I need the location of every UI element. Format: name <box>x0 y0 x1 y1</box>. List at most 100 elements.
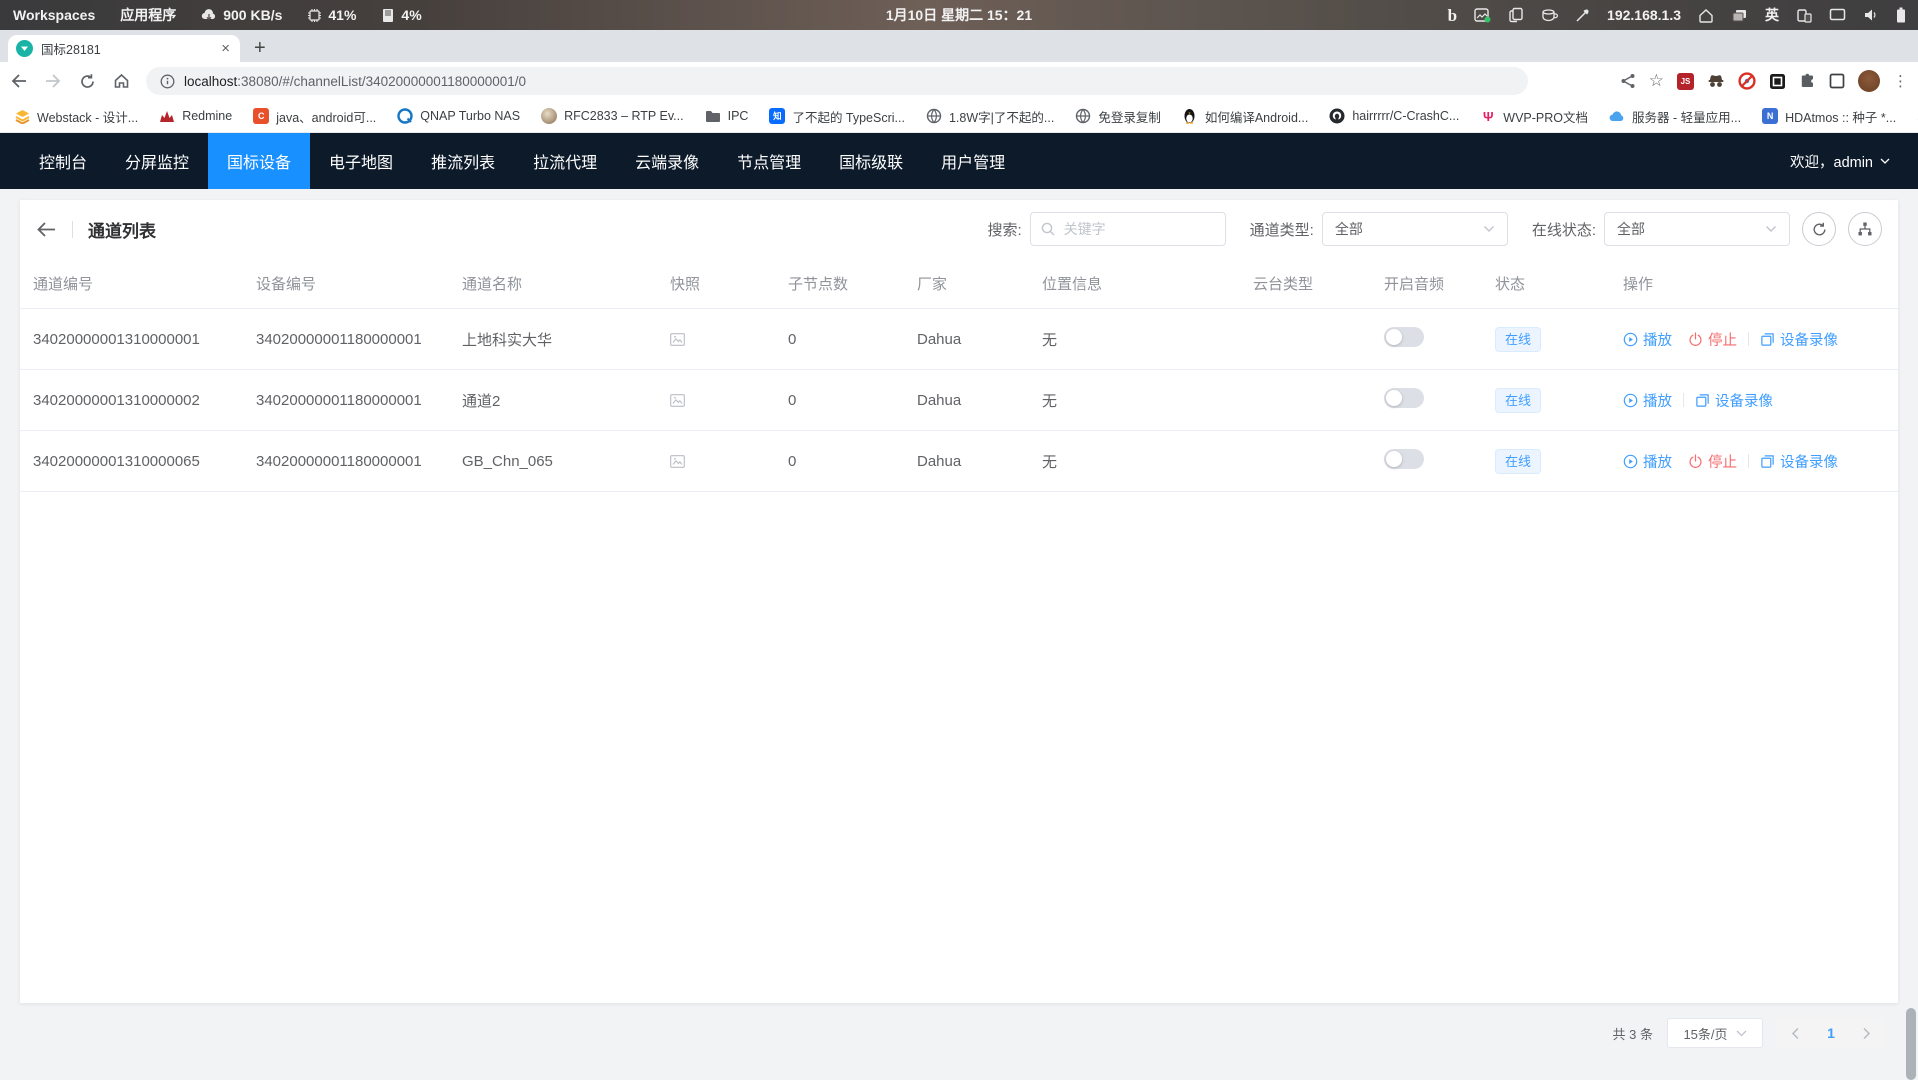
play-button[interactable]: 播放 <box>1623 451 1672 472</box>
play-button[interactable]: 播放 <box>1623 390 1672 411</box>
bookmark-article1[interactable]: 1.8W字|了不起的... <box>926 107 1054 126</box>
nav-item-cloud-record[interactable]: 云端录像 <box>616 133 718 189</box>
search-input[interactable] <box>1062 220 1215 238</box>
jsonview-extension-icon[interactable]: JS <box>1677 73 1694 90</box>
ip-address-indicator[interactable]: 192.168.1.3 <box>1607 7 1681 23</box>
col-device-id: 设备编号 <box>243 273 449 294</box>
workspaces-button[interactable]: Workspaces <box>13 7 95 23</box>
nav-item-console[interactable]: 控制台 <box>20 133 106 189</box>
input-language-indicator[interactable]: 英 <box>1765 5 1779 25</box>
nav-item-split-monitor[interactable]: 分屏监控 <box>106 133 208 189</box>
nav-item-node-manage[interactable]: 节点管理 <box>718 133 820 189</box>
bookmark-webstack[interactable]: Webstack - 设计... <box>14 107 138 126</box>
share-icon[interactable] <box>1620 73 1636 89</box>
device-record-button[interactable]: 设备录像 <box>1760 329 1838 350</box>
address-bar[interactable]: localhost:38080/#/channelList/3402000000… <box>146 67 1528 95</box>
nav-item-pull-proxy[interactable]: 拉流代理 <box>514 133 616 189</box>
snapshot-icon[interactable] <box>670 333 775 346</box>
site-info-icon[interactable] <box>160 74 175 89</box>
nav-item-gb-cascade[interactable]: 国标级联 <box>820 133 922 189</box>
device-record-button[interactable]: 设备录像 <box>1760 451 1838 472</box>
audio-toggle[interactable] <box>1384 388 1424 408</box>
nav-item-gb-devices[interactable]: 国标设备 <box>208 133 310 189</box>
bookmark-star-icon[interactable]: ☆ <box>1649 71 1664 91</box>
color-picker-tray-icon[interactable] <box>1575 8 1590 23</box>
applications-button[interactable]: 应用程序 <box>120 5 176 25</box>
clipboard-tray-icon[interactable] <box>1508 7 1524 23</box>
bookmarks-bar: Webstack - 设计... Redmine Cjava、android可.… <box>0 100 1918 133</box>
bookmark-android-build[interactable]: 如何编译Android... <box>1182 107 1309 126</box>
cell-device-id: 34020000001180000001 <box>243 392 449 409</box>
power-icon <box>1688 454 1703 469</box>
redmine-icon <box>159 108 175 124</box>
new-tab-button[interactable]: + <box>254 38 266 58</box>
nav-item-emap[interactable]: 电子地图 <box>310 133 412 189</box>
browser-menu-icon[interactable]: ⋮ <box>1893 72 1908 90</box>
back-button[interactable] <box>4 66 34 96</box>
bookmark-copy-free[interactable]: 免登录复制 <box>1075 107 1161 126</box>
rfc-icon <box>541 108 557 124</box>
bookmark-ipc-folder[interactable]: IPC <box>705 108 749 124</box>
audio-toggle[interactable] <box>1384 449 1424 469</box>
memory-indicator[interactable]: 4% <box>381 7 421 23</box>
network-indicator[interactable]: 900 KB/s <box>201 7 282 23</box>
clock[interactable]: 1月10日 星期二 15：21 <box>886 5 1032 25</box>
bookmark-server[interactable]: 服务器 - 轻量应用... <box>1609 107 1741 126</box>
audio-toggle[interactable] <box>1384 327 1424 347</box>
window-extension-icon[interactable] <box>1829 73 1845 89</box>
browser-tab[interactable]: 国标28181 × <box>8 35 240 62</box>
dark-reader-extension-icon[interactable] <box>1769 73 1786 90</box>
forward-button[interactable] <box>38 66 68 96</box>
bookmark-wvp-doc[interactable]: ΨWVP-PRO文档 <box>1480 107 1588 126</box>
channel-type-select[interactable]: 全部 <box>1322 212 1508 246</box>
scrollbar-thumb[interactable] <box>1906 1008 1916 1080</box>
battery-tray-icon[interactable] <box>1896 7 1906 23</box>
refresh-button[interactable] <box>1802 212 1836 246</box>
play-button[interactable]: 播放 <box>1623 329 1672 350</box>
home-tray-icon[interactable] <box>1698 8 1714 23</box>
play-circle-icon <box>1623 393 1638 408</box>
next-page-button[interactable] <box>1862 1027 1871 1040</box>
phone-link-tray-icon[interactable] <box>1796 8 1812 23</box>
cell-location: 无 <box>1029 390 1240 411</box>
bookmark-qnap[interactable]: QNAP Turbo NAS <box>397 108 520 124</box>
tree-view-button[interactable] <box>1848 212 1882 246</box>
user-menu[interactable]: 欢迎，admin <box>1790 133 1918 189</box>
display-tray-icon[interactable] <box>1829 8 1846 22</box>
table-row: 34020000001310000065 3402000000118000000… <box>20 431 1898 492</box>
bookmark-zhihu[interactable]: 知了不起的 TypeScri... <box>769 107 905 126</box>
windows-tray-icon[interactable] <box>1731 8 1748 23</box>
screenshot-tray-icon[interactable] <box>1474 7 1491 23</box>
bing-tray-icon[interactable]: b <box>1448 7 1457 24</box>
blocker-extension-icon[interactable] <box>1738 72 1756 90</box>
stop-button[interactable]: 停止 <box>1688 451 1737 472</box>
volume-tray-icon[interactable] <box>1863 8 1879 22</box>
page-size-select[interactable]: 15条/页 <box>1667 1018 1763 1048</box>
bookmark-hdatmos[interactable]: NHDAtmos :: 种子 *... <box>1762 107 1896 126</box>
online-status-select[interactable]: 全部 <box>1604 212 1790 246</box>
cpu-indicator[interactable]: 41% <box>307 7 356 23</box>
back-arrow-button[interactable] <box>36 221 57 238</box>
profile-avatar[interactable] <box>1858 70 1880 92</box>
bookmark-github[interactable]: hairrrrr/C-CrashC... <box>1329 108 1459 124</box>
action-divider <box>1748 454 1749 468</box>
pagination: 共 3 条 15条/页 1 <box>1613 1018 1885 1048</box>
search-input-box[interactable] <box>1030 212 1226 246</box>
nav-item-push-list[interactable]: 推流列表 <box>412 133 514 189</box>
prev-page-button[interactable] <box>1791 1027 1800 1040</box>
coffee-tray-icon[interactable] <box>1541 8 1558 23</box>
home-button[interactable] <box>106 66 136 96</box>
snapshot-icon[interactable] <box>670 394 775 407</box>
tab-close-icon[interactable]: × <box>219 41 232 56</box>
extensions-puzzle-icon[interactable] <box>1799 73 1816 90</box>
reload-button[interactable] <box>72 66 102 96</box>
incognito-extension-icon[interactable] <box>1707 73 1725 89</box>
snapshot-icon[interactable] <box>670 455 775 468</box>
page-number[interactable]: 1 <box>1827 1025 1835 1041</box>
device-record-button[interactable]: 设备录像 <box>1695 390 1773 411</box>
bookmark-redmine[interactable]: Redmine <box>159 108 232 124</box>
stop-button[interactable]: 停止 <box>1688 329 1737 350</box>
nav-item-user-manage[interactable]: 用户管理 <box>922 133 1024 189</box>
bookmark-csdn[interactable]: Cjava、android可... <box>253 107 376 126</box>
bookmark-rfc[interactable]: RFC2833 – RTP Ev... <box>541 108 684 124</box>
